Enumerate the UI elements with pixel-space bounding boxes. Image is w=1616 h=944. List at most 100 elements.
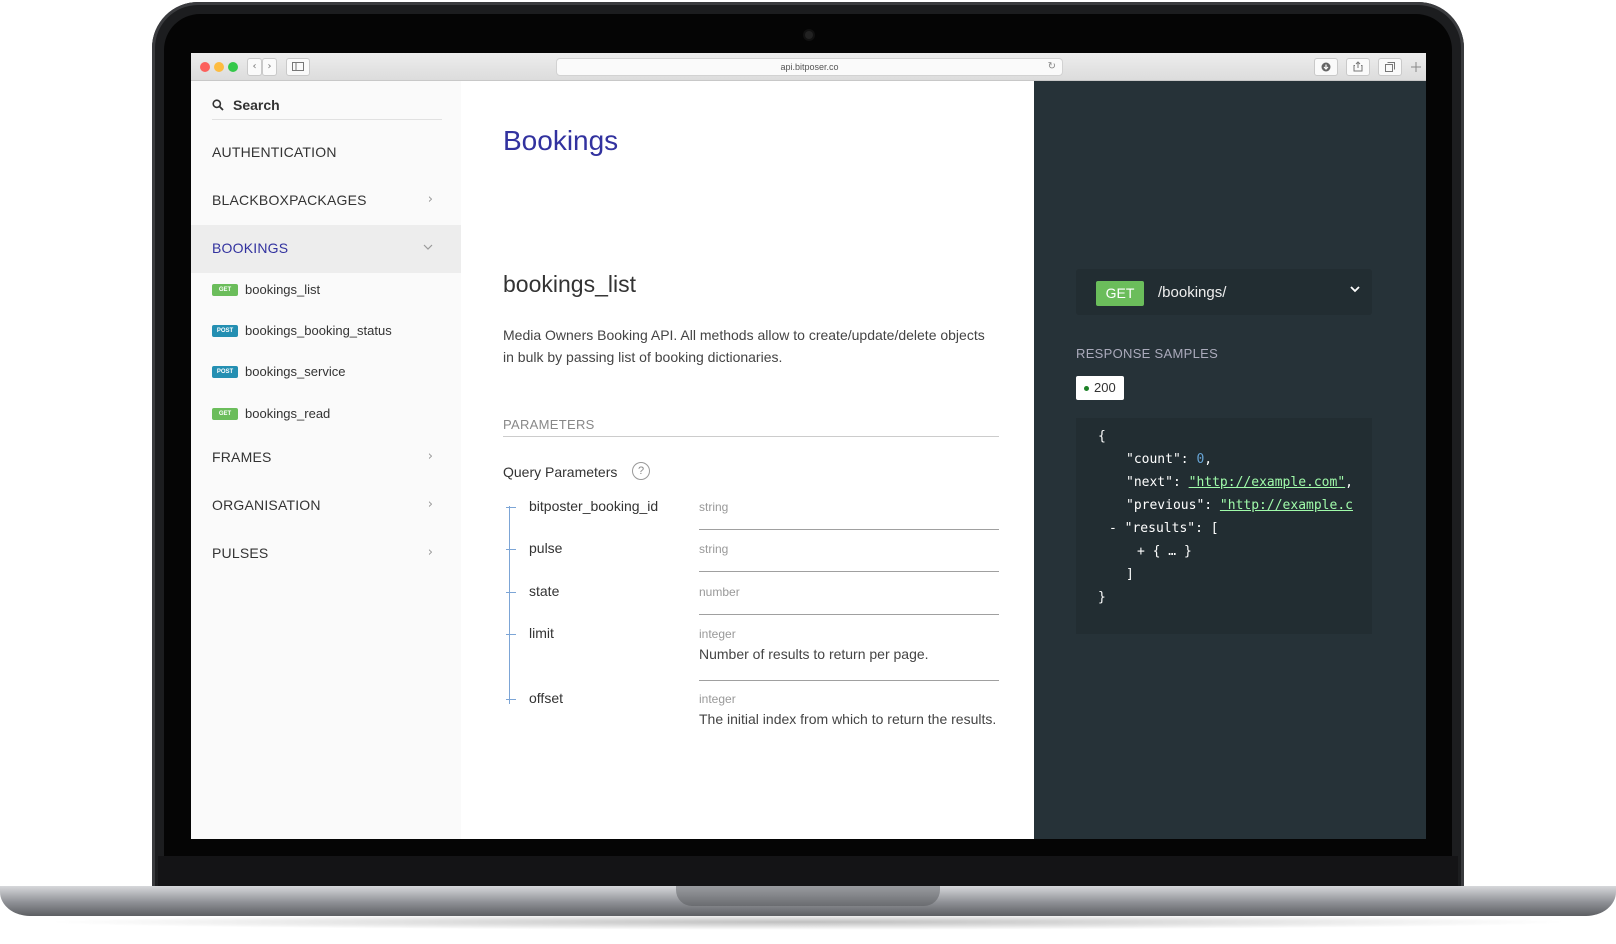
code-key: "count":	[1126, 452, 1197, 467]
op-name: bookings_read	[245, 406, 331, 421]
close-window-button[interactable]	[200, 62, 210, 72]
address-bar[interactable]: api.bitposer.co ↻	[556, 58, 1063, 76]
code-line: }	[1098, 590, 1106, 605]
back-icon: ‹	[252, 61, 257, 72]
op-name: bookings_booking_status	[245, 323, 392, 338]
param-description: Number of results to return per page.	[699, 646, 929, 662]
sidebar-item-label: BLACKBOXPACKAGES	[212, 192, 367, 208]
chevron-right-icon: ›	[427, 449, 433, 464]
code-expand-toggle[interactable]: + { … }	[1137, 544, 1192, 559]
help-icon[interactable]: ?	[632, 462, 650, 480]
param-divider	[699, 680, 999, 681]
sidebar-item-blackboxpackages[interactable]: BLACKBOXPACKAGES ›	[191, 177, 461, 225]
download-icon	[1321, 62, 1331, 72]
operation-description: Media Owners Booking API. All methods al…	[503, 327, 985, 365]
search-box[interactable]: Search	[212, 95, 442, 120]
tree-tick	[506, 549, 516, 550]
address-url: api.bitposer.co	[780, 62, 839, 72]
tree-tick	[506, 699, 516, 700]
param-name: pulse	[529, 540, 563, 556]
downloads-button[interactable]	[1314, 58, 1338, 76]
maximize-window-button[interactable]	[228, 62, 238, 72]
sidebar-item-label: PULSES	[212, 545, 269, 561]
param-divider	[699, 571, 999, 572]
chevron-right-icon: ›	[427, 192, 433, 207]
tabs-button[interactable]	[1378, 58, 1402, 76]
sidebar: Search AUTHENTICATION BLACKBOXPACKAGES ›…	[191, 81, 461, 839]
get-badge: GET	[212, 284, 238, 296]
search-icon	[212, 99, 224, 111]
endpoint-path: /bookings/	[1158, 284, 1227, 301]
post-badge: POST	[212, 325, 238, 337]
query-parameters-label: Query Parameters	[503, 464, 618, 480]
code-collapse-toggle[interactable]: - "results": [	[1109, 521, 1219, 536]
param-name: offset	[529, 690, 563, 706]
param-name: state	[529, 583, 560, 599]
status-code: 200	[1094, 380, 1116, 395]
param-divider	[699, 529, 999, 530]
param-tree-line	[509, 506, 510, 704]
param-name: bitposter_booking_id	[529, 498, 659, 514]
sidebar-toggle-button[interactable]	[286, 58, 310, 76]
code-line: {	[1098, 429, 1106, 444]
tabs-icon	[1385, 62, 1395, 72]
forward-button[interactable]: ›	[262, 58, 277, 76]
param-type: string	[699, 500, 729, 514]
param-type: integer	[699, 692, 736, 706]
tree-tick	[506, 592, 516, 593]
param-name: limit	[529, 625, 554, 641]
response-samples-heading: RESPONSE SAMPLES	[1076, 346, 1219, 361]
param-type: integer	[699, 627, 736, 641]
parameters-heading: PARAMETERS	[503, 417, 999, 437]
code-key: "previous":	[1126, 498, 1220, 513]
samples-pane: GET /bookings/ RESPONSE SAMPLES 200 { "c…	[1034, 81, 1426, 839]
endpoint-selector[interactable]: GET /bookings/	[1076, 269, 1372, 315]
chevron-right-icon: ›	[427, 545, 433, 560]
get-badge: GET	[212, 408, 238, 420]
section-title: Bookings	[503, 125, 619, 156]
code-key: "next":	[1126, 475, 1189, 490]
screen: ‹ › api.bitposer.co ↻ Search AUTHENTICAT…	[191, 53, 1426, 839]
browser-toolbar: ‹ › api.bitposer.co ↻	[191, 53, 1426, 81]
back-button[interactable]: ‹	[247, 58, 262, 76]
operation-title: bookings_list	[503, 271, 636, 297]
search-input[interactable]: Search	[233, 97, 280, 113]
tree-tick	[506, 634, 516, 635]
post-badge: POST	[212, 366, 238, 378]
code-line: "previous": "http://example.c	[1126, 498, 1353, 513]
laptop-notch	[676, 886, 940, 906]
sidebar-item-label: ORGANISATION	[212, 497, 321, 513]
minimize-window-button[interactable]	[214, 62, 224, 72]
sidebar-icon	[292, 62, 304, 71]
get-badge: GET	[1096, 281, 1144, 306]
sidebar-item-bookings[interactable]: BOOKINGS	[191, 225, 461, 273]
op-name: bookings_service	[245, 364, 346, 379]
op-name: bookings_list	[245, 282, 321, 297]
share-button[interactable]	[1346, 58, 1370, 76]
code-line: ]	[1126, 567, 1134, 582]
chevron-right-icon: ›	[427, 497, 433, 512]
status-tab-200[interactable]: 200	[1076, 376, 1124, 400]
sidebar-item-frames[interactable]: FRAMES ›	[191, 434, 461, 482]
tree-tick	[506, 507, 516, 508]
code-number: 0	[1196, 452, 1205, 467]
forward-icon: ›	[267, 61, 272, 72]
sidebar-item-organisation[interactable]: ORGANISATION ›	[191, 482, 461, 530]
new-tab-button[interactable]	[1408, 58, 1424, 74]
camera-icon	[805, 31, 813, 39]
sidebar-item-label: BOOKINGS	[212, 240, 289, 256]
param-type: string	[699, 542, 729, 556]
sidebar-item-label: FRAMES	[212, 449, 272, 465]
param-description: The initial index from which to return t…	[699, 711, 997, 727]
code-link[interactable]: "http://example.com"	[1189, 475, 1346, 490]
param-type: number	[699, 585, 740, 599]
chevron-down-icon	[423, 244, 433, 250]
laptop-chin	[158, 856, 1458, 888]
status-dot-icon	[1084, 386, 1089, 391]
sidebar-item-authentication[interactable]: AUTHENTICATION	[191, 129, 461, 177]
code-line: "count": 0,	[1126, 452, 1213, 467]
code-link[interactable]: "http://example.c	[1220, 498, 1353, 513]
sidebar-item-pulses[interactable]: PULSES ›	[191, 530, 461, 578]
reload-icon[interactable]: ↻	[1048, 59, 1056, 75]
base-shadow	[40, 914, 1576, 930]
